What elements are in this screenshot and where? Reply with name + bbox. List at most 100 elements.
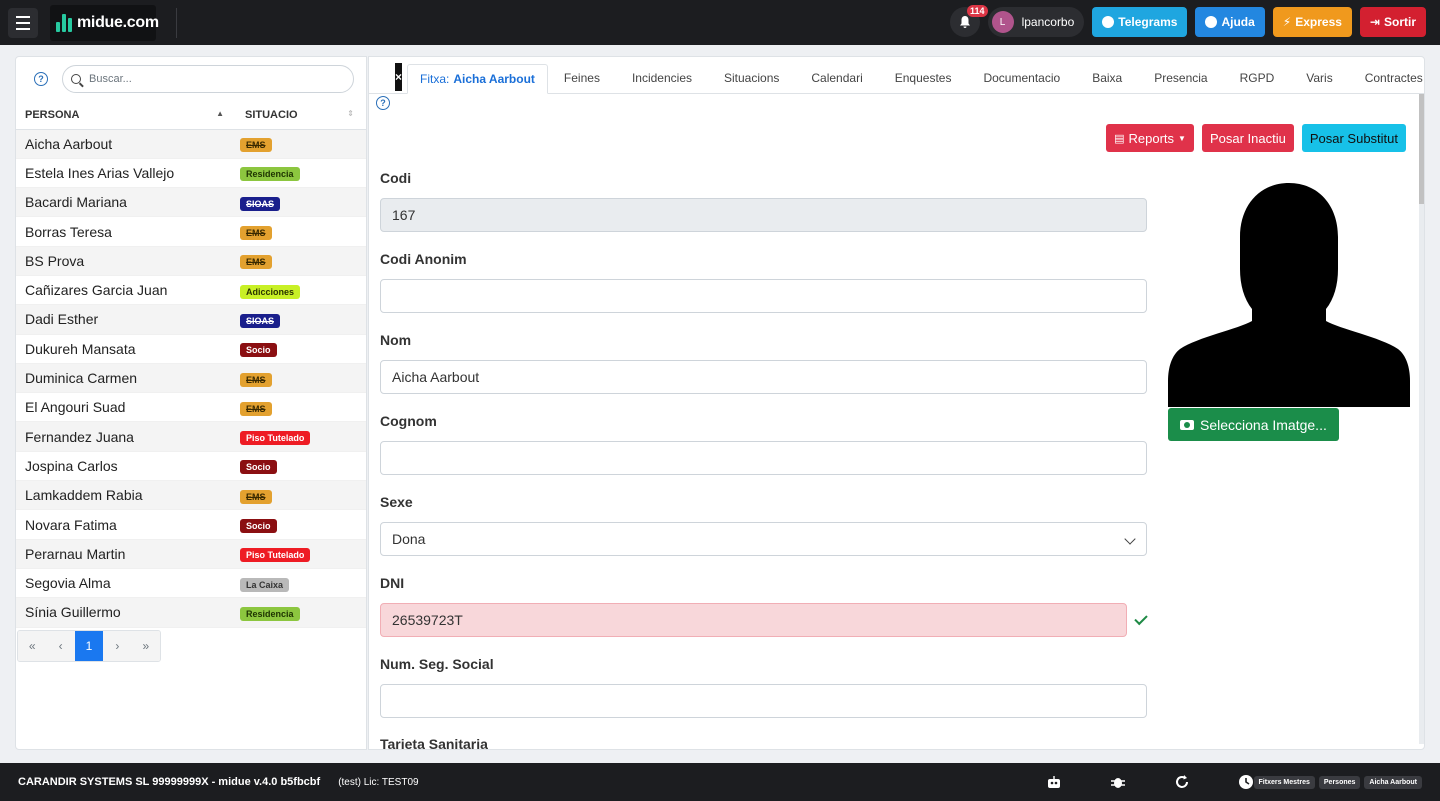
table-row[interactable]: Segovia Alma La Caixa (16, 568, 366, 599)
tab-fitxa[interactable]: Fitxa: Aicha Aarbout (407, 64, 548, 94)
robot-icon[interactable] (1046, 774, 1062, 790)
posar-inactiu-button[interactable]: Posar Inactiu (1201, 124, 1294, 152)
help-question-icon[interactable]: ? (34, 72, 48, 86)
tab-feines[interactable]: Feines (548, 63, 616, 93)
codi-anonim-input[interactable] (380, 279, 1147, 313)
status-badge: EMS (240, 372, 272, 387)
bell-icon (959, 16, 970, 28)
cognom-input[interactable] (380, 441, 1147, 475)
close-tab-button[interactable]: × (395, 63, 403, 91)
table-row[interactable]: BS Prova EMS (16, 246, 366, 276)
chevron-down-icon (1124, 533, 1136, 545)
notifications-button[interactable]: 114 (949, 5, 988, 37)
status-badge: EMS (240, 138, 272, 153)
brand-logo[interactable]: midue.com (50, 4, 159, 41)
table-row[interactable]: Dukureh Mansata Socio (16, 334, 366, 364)
tab-contractes[interactable]: Contractes (1349, 63, 1424, 93)
express-button[interactable]: ⚡ Express (1272, 7, 1352, 37)
tab-incidencies[interactable]: Incidencies (616, 63, 708, 93)
tab-baixa[interactable]: Baixa (1076, 63, 1138, 93)
tab-varis[interactable]: Varis (1290, 63, 1348, 93)
hamburger-icon (16, 15, 30, 18)
table-row[interactable]: Cañizares Garcia Juan Adicciones (16, 275, 366, 306)
posar-substitut-button[interactable]: Posar Substitut (1301, 124, 1406, 152)
form-help-question-icon[interactable]: ? (376, 96, 390, 110)
telegrams-button[interactable]: Telegrams (1092, 7, 1188, 37)
status-badge: Socio (240, 343, 277, 358)
tab-documentacio[interactable]: Documentacio (967, 63, 1076, 93)
select-image-button[interactable]: Selecciona Imatge... (1168, 408, 1339, 441)
status-badge: EMS (240, 226, 272, 241)
search-bar: ? (16, 57, 366, 101)
company-info: CARANDIR SYSTEMS SL 99999999X - midue v.… (18, 776, 321, 788)
breadcrumb-item[interactable]: Persones (1318, 776, 1361, 789)
user-menu[interactable]: L lpancorbo (987, 7, 1085, 37)
table-row[interactable]: Fernandez Juana Piso Tutelado (16, 421, 366, 452)
table-row[interactable]: El Angouri Suad EMS (16, 392, 366, 423)
dni-input[interactable]: 26539723T (380, 603, 1127, 637)
search-icon (71, 74, 81, 84)
caret-down-icon: ▼ (1178, 133, 1186, 143)
help-button[interactable]: Ajuda (1195, 7, 1265, 37)
person-name: Cañizares Garcia Juan (16, 275, 236, 306)
profile-silhouette-image (1168, 177, 1410, 407)
tab-rgpd[interactable]: RGPD (1224, 63, 1291, 93)
logo-bars-icon (56, 13, 72, 32)
logout-button[interactable]: ⇥ Sortir (1359, 7, 1426, 37)
page-prev-button[interactable]: ‹ (46, 630, 75, 661)
person-name: Borras Teresa (16, 216, 236, 247)
table-row[interactable]: Bacardi Mariana SIOAS (16, 187, 366, 218)
menu-toggle-button[interactable] (8, 7, 38, 38)
seg-social-input[interactable] (380, 684, 1147, 718)
page-current-button[interactable]: 1 (74, 630, 104, 661)
person-name: Estela Ines Arias Vallejo (16, 158, 236, 189)
notifications-count: 114 (967, 5, 988, 17)
clock-icon[interactable] (1238, 774, 1254, 790)
page-first-button[interactable]: « (18, 630, 47, 661)
page-next-button[interactable]: › (103, 630, 132, 661)
detail-tabs: × Fitxa: Aicha Aarbout Feines Incidencies S… (369, 57, 1424, 94)
avatar: L (991, 11, 1014, 33)
table-row[interactable]: Estela Ines Arias Vallejo Residencia (16, 158, 366, 189)
reports-button[interactable]: ▤ Reports ▼ (1106, 124, 1194, 152)
table-row[interactable]: Jospina Carlos Socio (16, 451, 366, 482)
vertical-scrollbar[interactable] (1419, 94, 1424, 744)
sexe-select[interactable]: Dona (380, 522, 1147, 556)
status-badge: Piso Tutelado (240, 548, 311, 563)
table-row[interactable]: Sínia Guillermo Residencia (16, 597, 366, 628)
refresh-icon[interactable] (1174, 774, 1190, 790)
search-input[interactable] (89, 73, 289, 85)
table-row[interactable]: Lamkaddem Rabia EMS (16, 480, 366, 511)
table-row[interactable]: Dadi Esther SIOAS (16, 304, 366, 335)
table-row[interactable]: Aicha Aarbout EMS (16, 129, 366, 159)
tab-presencia[interactable]: Presencia (1138, 63, 1223, 93)
table-row[interactable]: Perarnau Martin Piso Tutelado (16, 539, 366, 569)
status-badge: Socio (240, 519, 277, 533)
camera-icon (1180, 419, 1194, 430)
breadcrumb-item[interactable]: Fitxers Mestres (1253, 776, 1315, 789)
person-name: Aicha Aarbout (16, 129, 236, 159)
top-navbar: midue.com 114 L lpancorbo Telegrams Ajud… (0, 0, 1440, 45)
search-box[interactable] (62, 65, 354, 93)
bolt-icon: ⚡ (1282, 15, 1292, 29)
footer-icons (1046, 774, 1254, 790)
person-name: Sínia Guillermo (16, 597, 236, 628)
cognom-label: Cognom (380, 413, 437, 429)
seg-social-label: Num. Seg. Social (380, 656, 494, 672)
breadcrumb-item[interactable]: Aicha Aarbout (1364, 776, 1422, 789)
brand-name: midue.com (77, 13, 159, 31)
column-header-persona[interactable]: PERSONA ▲ (16, 101, 236, 130)
persons-list-panel: ? PERSONA ▲ SITUACIO ⇕ Aicha AarboutEMSE… (15, 56, 367, 750)
status-badge: EMS (240, 401, 272, 416)
column-header-situacio[interactable]: SITUACIO ⇕ (236, 101, 366, 130)
tab-situacions[interactable]: Situacions (708, 63, 795, 93)
tab-calendari[interactable]: Calendari (795, 63, 878, 93)
bug-icon[interactable] (1110, 774, 1126, 790)
page-last-button[interactable]: » (131, 630, 160, 661)
nom-input[interactable]: Aicha Aarbout (380, 360, 1147, 394)
table-row[interactable]: Duminica Carmen EMS (16, 363, 366, 394)
tab-enquestes[interactable]: Enquestes (879, 63, 968, 93)
table-row[interactable]: Novara Fatima Socio (16, 509, 366, 540)
scrollbar-thumb[interactable] (1419, 94, 1424, 204)
table-row[interactable]: Borras Teresa EMS (16, 216, 366, 247)
